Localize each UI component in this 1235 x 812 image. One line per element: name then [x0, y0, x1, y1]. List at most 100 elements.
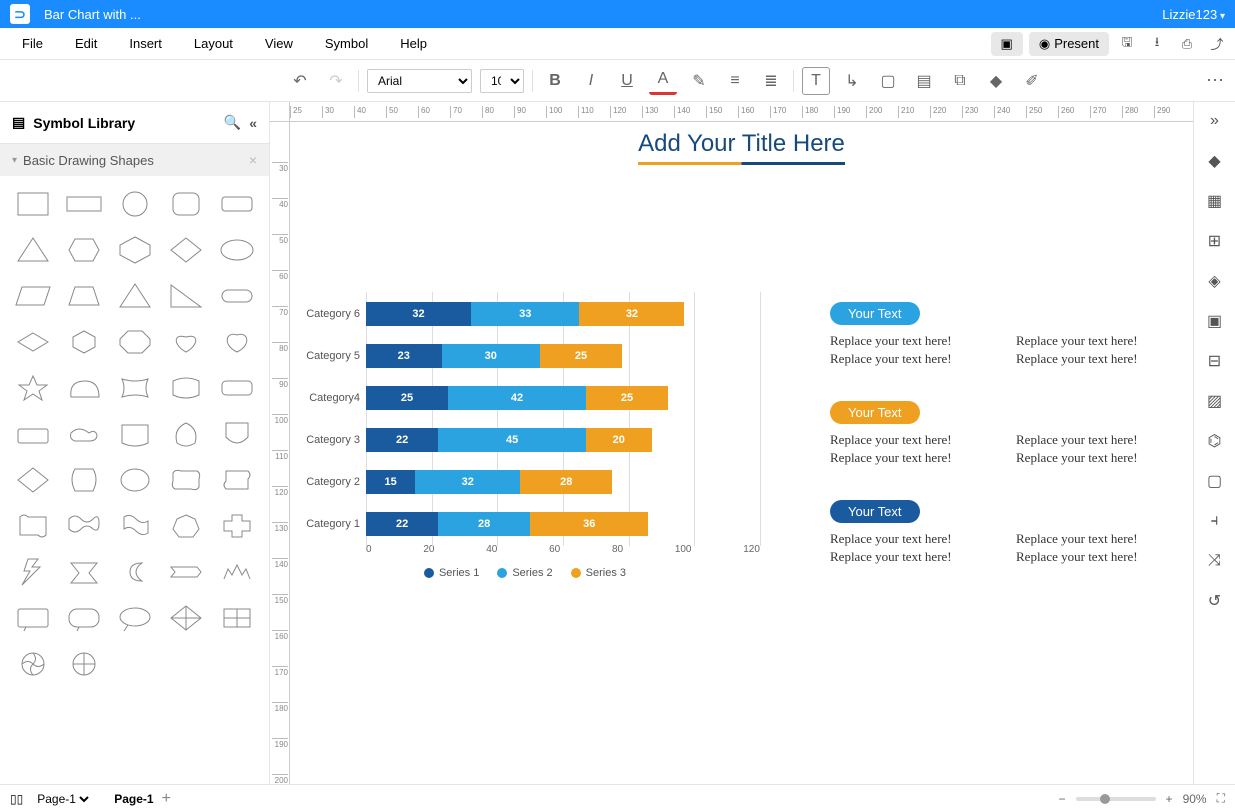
- present-button[interactable]: ◉Present: [1029, 32, 1109, 56]
- shape-item[interactable]: [112, 232, 157, 268]
- shape-item[interactable]: [214, 508, 259, 544]
- canvas[interactable]: Add Your Title Here Category 1222836Cate…: [290, 122, 1193, 784]
- shape-item[interactable]: [214, 416, 259, 452]
- text-block[interactable]: Your TextReplace your text here!Replace …: [830, 401, 1190, 466]
- expand-panel-icon[interactable]: »: [1202, 108, 1228, 134]
- shape-item[interactable]: [214, 278, 259, 314]
- shape-item[interactable]: [112, 508, 157, 544]
- shape-item[interactable]: [163, 278, 208, 314]
- data-tool-icon[interactable]: ⊟: [1202, 348, 1228, 374]
- print-icon[interactable]: ⎙: [1175, 32, 1199, 56]
- shape-item[interactable]: [61, 646, 106, 682]
- shape-item[interactable]: [214, 324, 259, 360]
- more-tools-button[interactable]: ⋯: [1206, 70, 1225, 91]
- page-selector[interactable]: Page-1: [33, 791, 92, 807]
- shape-item[interactable]: [214, 600, 259, 636]
- font-select[interactable]: Arial: [367, 69, 472, 93]
- redo-button[interactable]: ↷: [322, 67, 350, 95]
- shape-item[interactable]: [163, 508, 208, 544]
- zoom-slider[interactable]: [1076, 797, 1156, 801]
- shape-item[interactable]: [112, 278, 157, 314]
- sitemap-tool-icon[interactable]: ⌬: [1202, 428, 1228, 454]
- shape-item[interactable]: [61, 416, 106, 452]
- add-page-button[interactable]: +: [162, 790, 171, 808]
- shape-item[interactable]: [61, 232, 106, 268]
- fill-button[interactable]: ◆: [982, 67, 1010, 95]
- shape-item[interactable]: [112, 462, 157, 498]
- align-v-button[interactable]: ≣: [757, 67, 785, 95]
- page-title-block[interactable]: Add Your Title Here: [290, 122, 1193, 169]
- shape-item[interactable]: [214, 462, 259, 498]
- shape-item[interactable]: [61, 324, 106, 360]
- shape-item[interactable]: [61, 462, 106, 498]
- menu-help[interactable]: Help: [384, 28, 443, 60]
- slideshow-button[interactable]: ▣: [991, 32, 1023, 56]
- zoom-in-button[interactable]: +: [1166, 792, 1173, 806]
- connector-button[interactable]: ↳: [838, 67, 866, 95]
- menu-layout[interactable]: Layout: [178, 28, 249, 60]
- shape-item[interactable]: [10, 416, 55, 452]
- fullscreen-button[interactable]: ⛶: [1217, 791, 1225, 806]
- shape-item[interactable]: [10, 278, 55, 314]
- layers-tool-icon[interactable]: ◈: [1202, 268, 1228, 294]
- shuffle-tool-icon[interactable]: ⤨: [1202, 548, 1228, 574]
- fill-tool-icon[interactable]: ◆: [1202, 148, 1228, 174]
- underline-button[interactable]: U: [613, 67, 641, 95]
- container-button[interactable]: ▢: [874, 67, 902, 95]
- align-tool-icon[interactable]: ⫞: [1202, 508, 1228, 534]
- pages-icon[interactable]: ▯▯: [10, 792, 23, 806]
- undo-button[interactable]: ↶: [286, 67, 314, 95]
- shape-item[interactable]: [163, 462, 208, 498]
- shape-item[interactable]: [61, 508, 106, 544]
- shape-item[interactable]: [214, 232, 259, 268]
- line-style-button[interactable]: ✐: [1018, 67, 1046, 95]
- search-icon[interactable]: 🔍: [224, 114, 241, 131]
- shape-item[interactable]: [112, 600, 157, 636]
- align-h-button[interactable]: ≡: [721, 67, 749, 95]
- highlight-button[interactable]: ✎: [685, 67, 713, 95]
- textbox-button[interactable]: T: [802, 67, 830, 95]
- shape-item[interactable]: [163, 232, 208, 268]
- shape-item[interactable]: [10, 646, 55, 682]
- font-color-button[interactable]: A: [649, 67, 677, 95]
- shape-item[interactable]: [10, 462, 55, 498]
- italic-button[interactable]: I: [577, 67, 605, 95]
- close-category-icon[interactable]: ×: [249, 152, 257, 168]
- shape-item[interactable]: [10, 508, 55, 544]
- menu-file[interactable]: File: [6, 28, 59, 60]
- image-tool-icon[interactable]: ▦: [1202, 188, 1228, 214]
- grid-tool-icon[interactable]: ⊞: [1202, 228, 1228, 254]
- text-block[interactable]: Your TextReplace your text here!Replace …: [830, 500, 1190, 565]
- shape-item[interactable]: [163, 416, 208, 452]
- shape-item[interactable]: [61, 554, 106, 590]
- shape-item[interactable]: [61, 186, 106, 222]
- clipboard-tool-icon[interactable]: ▢: [1202, 468, 1228, 494]
- page-tab[interactable]: Page-1: [114, 792, 153, 806]
- present-tool-icon[interactable]: ▣: [1202, 308, 1228, 334]
- group-button[interactable]: ⧉: [946, 67, 974, 95]
- shape-item[interactable]: [10, 370, 55, 406]
- shape-item[interactable]: [10, 324, 55, 360]
- shape-item[interactable]: [163, 370, 208, 406]
- shape-item[interactable]: [10, 186, 55, 222]
- shape-item[interactable]: [10, 232, 55, 268]
- shape-item[interactable]: [214, 186, 259, 222]
- picture-tool-icon[interactable]: ▨: [1202, 388, 1228, 414]
- shape-item[interactable]: [163, 554, 208, 590]
- bar-chart[interactable]: Category 1222836Category 2153228Category…: [290, 302, 760, 579]
- menu-insert[interactable]: Insert: [113, 28, 178, 60]
- menu-symbol[interactable]: Symbol: [309, 28, 384, 60]
- shape-item[interactable]: [10, 554, 55, 590]
- collapse-sidebar-icon[interactable]: «: [249, 115, 257, 131]
- shape-item[interactable]: [214, 554, 259, 590]
- shape-item[interactable]: [163, 324, 208, 360]
- menu-edit[interactable]: Edit: [59, 28, 113, 60]
- layers-button[interactable]: ▤: [910, 67, 938, 95]
- menu-view[interactable]: View: [249, 28, 309, 60]
- shape-item[interactable]: [112, 416, 157, 452]
- shape-item[interactable]: [163, 600, 208, 636]
- text-block[interactable]: Your TextReplace your text here!Replace …: [830, 302, 1190, 367]
- font-size-select[interactable]: 10: [480, 69, 524, 93]
- shape-item[interactable]: [61, 278, 106, 314]
- share-icon[interactable]: ⤴: [1205, 32, 1229, 56]
